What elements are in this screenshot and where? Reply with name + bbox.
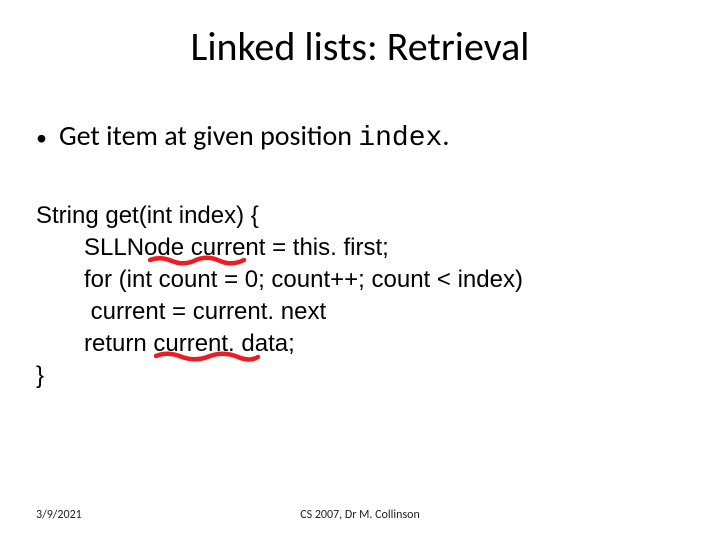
code-line-4: current = current. next bbox=[84, 296, 523, 328]
slide-title: Linked lists: Retrieval bbox=[0, 22, 720, 71]
code-line-2: SLLNode current = this. first; bbox=[84, 232, 523, 264]
code-line-3: for (int count = 0; count++; count < ind… bbox=[84, 264, 523, 296]
bullet-dot: • bbox=[36, 120, 47, 156]
bullet-line: • Get item at given position index. bbox=[36, 118, 449, 156]
bullet-code: index bbox=[358, 123, 442, 154]
bullet-text: Get item at given position index. bbox=[59, 118, 449, 154]
bullet-suffix: . bbox=[442, 118, 449, 153]
bullet-prefix: Get item at given position bbox=[59, 118, 358, 153]
code-line-1: String get(int index) { bbox=[36, 200, 523, 232]
code-block: String get(int index) { SLLNode current … bbox=[36, 200, 523, 392]
code-line-6: } bbox=[36, 360, 523, 392]
code-line-5: return current. data; bbox=[84, 328, 523, 360]
slide: Linked lists: Retrieval • Get item at gi… bbox=[0, 0, 720, 540]
footer-course: CS 2007, Dr M. Collinson bbox=[0, 508, 720, 522]
